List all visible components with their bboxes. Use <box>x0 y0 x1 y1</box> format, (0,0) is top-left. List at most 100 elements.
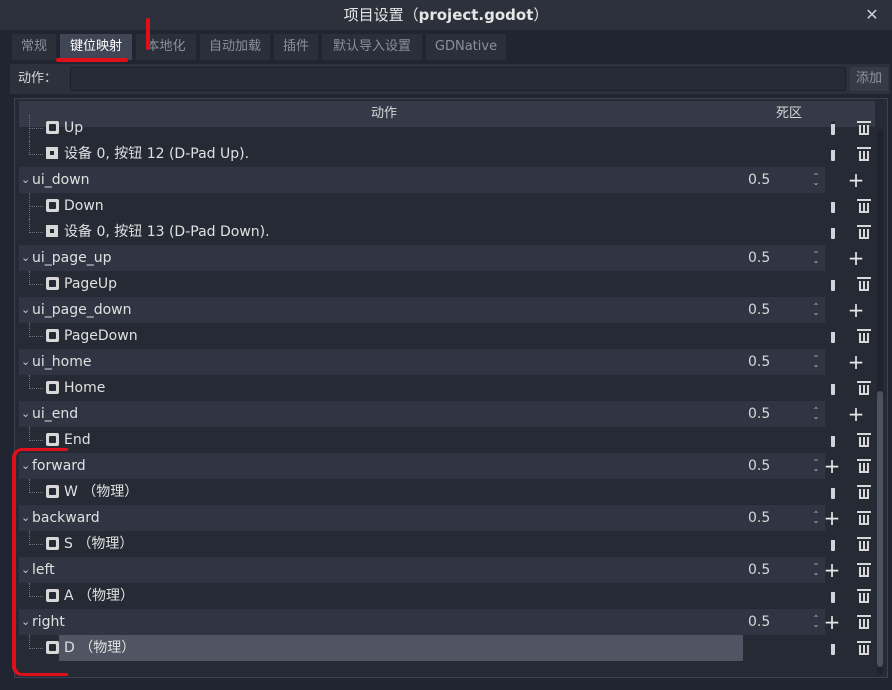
collapse-arrow-icon[interactable]: ⌄ <box>21 250 31 266</box>
event-name: Down <box>64 198 104 214</box>
tab-general[interactable]: 常规 <box>12 34 56 60</box>
spinner-arrows-icon[interactable]: ⌃ ⌄ <box>811 251 821 265</box>
row-background <box>19 297 825 323</box>
spinner-arrows-icon[interactable]: ⌃ ⌄ <box>811 615 821 629</box>
event-row[interactable]: Home <box>19 375 875 401</box>
collapse-arrow-icon[interactable]: ⌄ <box>21 406 31 422</box>
deadzone-value[interactable]: 0.5 <box>748 557 770 583</box>
remove-event-icon[interactable] <box>857 381 871 395</box>
action-row[interactable]: ⌄ left 0.5 ⌃ ⌄ + <box>19 557 875 583</box>
spinner-arrows-icon[interactable]: ⌃ ⌄ <box>811 173 821 187</box>
add-event-icon[interactable]: + <box>823 612 841 632</box>
edit-event-icon[interactable] <box>831 537 835 551</box>
deadzone-value[interactable]: 0.5 <box>748 609 770 635</box>
tab-plugins[interactable]: 插件 <box>274 34 318 60</box>
edit-event-icon[interactable] <box>831 329 835 343</box>
remove-action-icon[interactable] <box>857 563 871 577</box>
deadzone-value[interactable]: 0.5 <box>748 167 770 193</box>
event-row[interactable]: A （物理） <box>19 583 875 609</box>
remove-event-icon[interactable] <box>857 147 871 161</box>
event-row[interactable]: D （物理） <box>19 635 875 661</box>
remove-event-icon[interactable] <box>857 329 871 343</box>
edit-event-icon[interactable] <box>831 225 835 239</box>
scrollbar-thumb[interactable] <box>877 391 883 667</box>
add-event-icon[interactable]: + <box>823 560 841 580</box>
spinner-arrows-icon[interactable]: ⌃ ⌄ <box>811 303 821 317</box>
edit-event-icon[interactable] <box>831 433 835 447</box>
deadzone-value[interactable]: 0.5 <box>748 349 770 375</box>
action-row[interactable]: ⌄ ui_home 0.5 ⌃ ⌄ + <box>19 349 875 375</box>
collapse-arrow-icon[interactable]: ⌄ <box>21 172 31 188</box>
event-row[interactable]: 设备 0, 按钮 12 (D-Pad Up). <box>19 141 875 167</box>
edit-event-icon[interactable] <box>831 121 835 135</box>
remove-event-icon[interactable] <box>857 277 871 291</box>
edit-event-icon[interactable] <box>831 277 835 291</box>
edit-event-icon[interactable] <box>831 199 835 213</box>
remove-action-icon[interactable] <box>857 615 871 629</box>
remove-event-icon[interactable] <box>857 641 871 655</box>
remove-event-icon[interactable] <box>857 589 871 603</box>
spinner-arrows-icon[interactable]: ⌃ ⌄ <box>811 355 821 369</box>
action-row[interactable]: ⌄ ui_end 0.5 ⌃ ⌄ + <box>19 401 875 427</box>
edit-event-icon[interactable] <box>831 147 835 161</box>
tab-input-map[interactable]: 键位映射 <box>60 34 132 60</box>
action-name-input[interactable] <box>70 67 846 91</box>
deadzone-value[interactable]: 0.5 <box>748 401 770 427</box>
event-row[interactable]: Up <box>19 115 875 141</box>
event-row[interactable]: 设备 0, 按钮 13 (D-Pad Down). <box>19 219 875 245</box>
action-row[interactable]: ⌄ ui_page_down 0.5 ⌃ ⌄ + <box>19 297 875 323</box>
tab-localization[interactable]: 本地化 <box>136 34 196 60</box>
action-row[interactable]: ⌄ ui_page_up 0.5 ⌃ ⌄ + <box>19 245 875 271</box>
tab-autoload[interactable]: 自动加载 <box>200 34 270 60</box>
remove-event-icon[interactable] <box>857 225 871 239</box>
close-icon[interactable]: ✕ <box>862 0 882 30</box>
row-background <box>19 349 825 375</box>
remove-event-icon[interactable] <box>857 485 871 499</box>
add-event-icon[interactable]: + <box>847 300 865 320</box>
collapse-arrow-icon[interactable]: ⌄ <box>21 302 31 318</box>
edit-event-icon[interactable] <box>831 641 835 655</box>
tab-import-defaults[interactable]: 默认导入设置 <box>322 34 422 60</box>
event-row[interactable]: W （物理） <box>19 479 875 505</box>
event-row[interactable]: PageUp <box>19 271 875 297</box>
deadzone-value[interactable]: 0.5 <box>748 453 770 479</box>
collapse-arrow-icon[interactable]: ⌄ <box>21 354 31 370</box>
edit-event-icon[interactable] <box>831 485 835 499</box>
row-background <box>19 401 825 427</box>
action-row[interactable]: ⌄ forward 0.5 ⌃ ⌄ + <box>19 453 875 479</box>
action-row[interactable]: ⌄ ui_down 0.5 ⌃ ⌄ + <box>19 167 875 193</box>
add-event-icon[interactable]: + <box>847 404 865 424</box>
add-event-icon[interactable]: + <box>847 352 865 372</box>
add-event-icon[interactable]: + <box>823 456 841 476</box>
add-event-icon[interactable]: + <box>847 170 865 190</box>
remove-action-icon[interactable] <box>857 511 871 525</box>
remove-event-icon[interactable] <box>857 121 871 135</box>
action-row[interactable]: ⌄ backward 0.5 ⌃ ⌄ + <box>19 505 875 531</box>
scrollbar[interactable] <box>877 129 883 675</box>
remove-event-icon[interactable] <box>857 433 871 447</box>
add-event-icon[interactable]: + <box>823 508 841 528</box>
remove-event-icon[interactable] <box>857 199 871 213</box>
event-row[interactable]: Down <box>19 193 875 219</box>
deadzone-value[interactable]: 0.5 <box>748 245 770 271</box>
event-name: Home <box>64 380 106 396</box>
deadzone-value[interactable]: 0.5 <box>748 505 770 531</box>
event-row[interactable]: End <box>19 427 875 453</box>
spinner-arrows-icon[interactable]: ⌃ ⌄ <box>811 459 821 473</box>
event-row[interactable]: S （物理） <box>19 531 875 557</box>
tab-gdnative[interactable]: GDNative <box>426 34 506 60</box>
add-action-button[interactable]: 添加 <box>850 67 888 91</box>
edit-event-icon[interactable] <box>831 381 835 395</box>
spinner-arrows-icon[interactable]: ⌃ ⌄ <box>811 563 821 577</box>
event-row[interactable]: PageDown <box>19 323 875 349</box>
deadzone-value[interactable]: 0.5 <box>748 297 770 323</box>
add-event-icon[interactable]: + <box>847 248 865 268</box>
action-row[interactable]: ⌄ right 0.5 ⌃ ⌄ + <box>19 609 875 635</box>
remove-event-icon[interactable] <box>857 537 871 551</box>
spinner-arrows-icon[interactable]: ⌃ ⌄ <box>811 407 821 421</box>
joypad-icon <box>46 225 59 238</box>
event-name: 设备 0, 按钮 12 (D-Pad Up). <box>64 146 250 162</box>
edit-event-icon[interactable] <box>831 589 835 603</box>
spinner-arrows-icon[interactable]: ⌃ ⌄ <box>811 511 821 525</box>
remove-action-icon[interactable] <box>857 459 871 473</box>
